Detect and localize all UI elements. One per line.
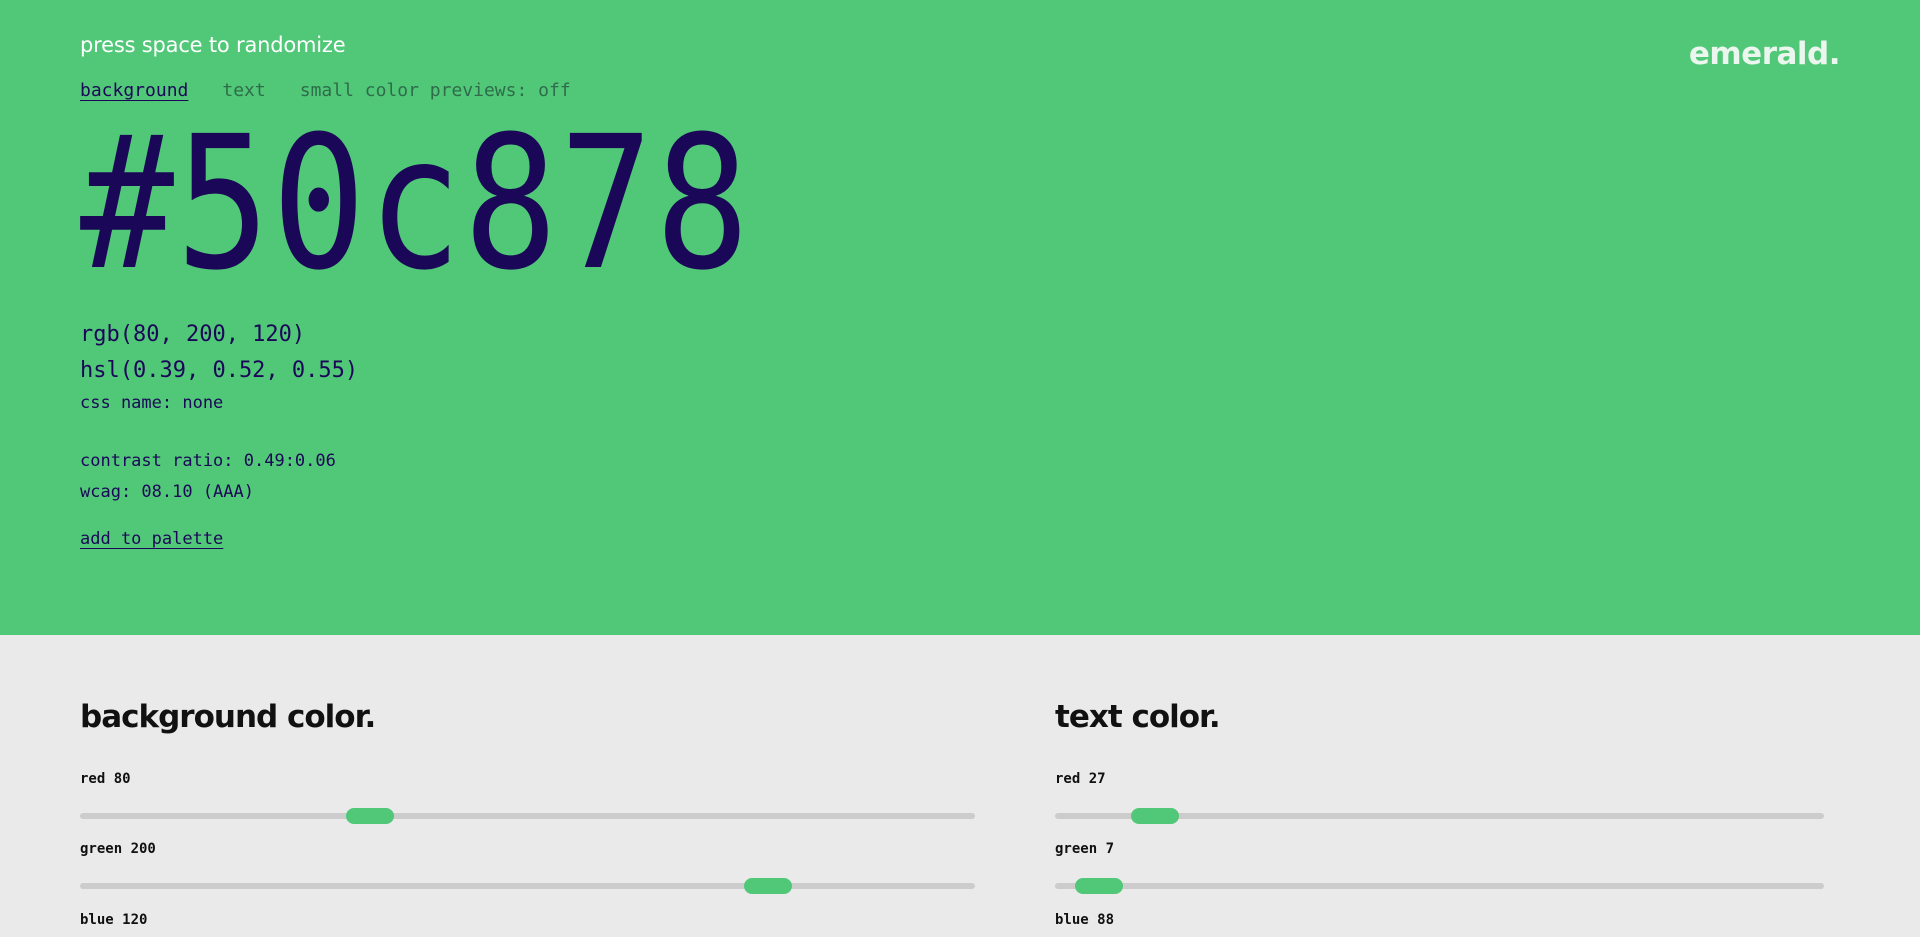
bg-red-slider-thumb[interactable] [345, 808, 394, 824]
bg-green-slider[interactable] [80, 878, 975, 894]
bg-red-slider[interactable] [80, 808, 975, 824]
text-red-label: red 27 [1055, 771, 1106, 787]
color-name-title: emerald. [1688, 36, 1841, 72]
background-panel-title: background color. [80, 699, 376, 735]
bg-red-label: red 80 [80, 771, 131, 787]
rgb-value: rgb(80, 200, 120) [80, 322, 306, 347]
controls-area: background color. red 80 green 200 blue … [0, 635, 1920, 937]
wcag-rating: wcag: 08.10 (AAA) [80, 482, 254, 502]
hex-code: #50c878 [80, 97, 752, 311]
text-blue-label: blue 88 [1055, 912, 1115, 928]
text-green-slider[interactable] [1055, 878, 1824, 894]
text-red-slider[interactable] [1055, 808, 1824, 824]
add-to-palette-link[interactable]: add to palette [80, 529, 223, 549]
hsl-value: hsl(0.39, 0.52, 0.55) [80, 358, 359, 383]
css-name: css name: none [80, 393, 224, 413]
text-panel-title: text color. [1055, 699, 1221, 735]
bg-blue-label: blue 120 [80, 912, 148, 928]
text-green-slider-thumb[interactable] [1074, 878, 1123, 894]
color-preview-area: press space to randomize emerald. backgr… [0, 0, 1920, 635]
randomize-hint: press space to randomize [80, 33, 346, 57]
contrast-ratio: contrast ratio: 0.49:0.06 [80, 451, 336, 471]
bg-green-slider-thumb[interactable] [744, 878, 793, 894]
bg-green-label: green 200 [80, 841, 156, 857]
text-green-label: green 7 [1055, 841, 1115, 857]
text-red-slider-thumb[interactable] [1131, 808, 1180, 824]
